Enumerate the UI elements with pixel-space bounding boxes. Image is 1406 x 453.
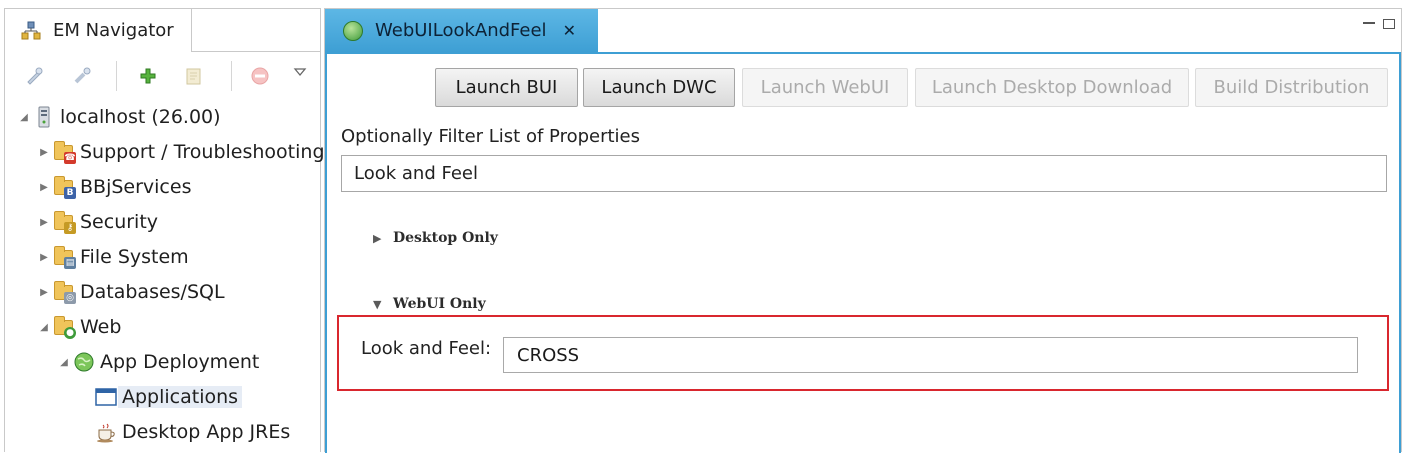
tree-item-databases-sql[interactable]: ▶ ◎ Databases/SQL: [37, 277, 225, 307]
collapsed-arrow-icon[interactable]: ▶: [37, 147, 51, 158]
tab-bar-divider: [192, 51, 320, 52]
tab-em-navigator-label: EM Navigator: [53, 20, 174, 41]
section-desktop-only[interactable]: ▶ Desktop Only: [373, 230, 498, 246]
launch-webui-button[interactable]: Launch WebUI: [742, 68, 908, 107]
add-icon[interactable]: [137, 65, 159, 87]
tree-item-web[interactable]: ◢ ● Web: [37, 312, 121, 342]
view-menu-chevron-down-icon[interactable]: [289, 61, 311, 83]
tree-item-security[interactable]: ▶ ⚷ Security: [37, 207, 158, 237]
tree-item-desktop-app-jres[interactable]: Desktop App JREs: [79, 417, 290, 447]
expanded-triangle-icon: ▼: [373, 297, 382, 311]
build-distribution-button[interactable]: Build Distribution: [1195, 68, 1388, 107]
look-and-feel-input[interactable]: CROSS: [503, 337, 1358, 373]
tree-item-applications[interactable]: Applications: [79, 382, 243, 412]
folder-web-icon: ●: [53, 316, 76, 339]
tree-item-label: Applications: [118, 386, 243, 408]
section-title: WebUI Only: [393, 296, 486, 312]
toolbar-separator: [116, 61, 117, 91]
window-controls: [1363, 19, 1395, 29]
tree-item-label: localhost (26.00): [60, 106, 221, 128]
launch-desktop-download-button[interactable]: Launch Desktop Download: [915, 68, 1189, 107]
filter-label: Optionally Filter List of Properties: [341, 126, 641, 147]
launch-bui-button[interactable]: Launch BUI: [435, 68, 578, 107]
tree-item-label: Security: [80, 211, 159, 233]
globe-icon: [343, 20, 363, 41]
tree-item-app-deployment[interactable]: ◢ App Deployment: [57, 347, 259, 377]
edit-icon[interactable]: [183, 65, 205, 87]
tab-webuilookandfeel[interactable]: WebUILookAndFeel ✕: [325, 9, 598, 52]
window-icon: [95, 386, 117, 408]
tab-em-navigator[interactable]: EM Navigator: [5, 9, 192, 52]
maximize-icon[interactable]: [1383, 19, 1395, 29]
expanded-arrow-icon[interactable]: ◢: [57, 357, 71, 368]
server-icon: [33, 106, 55, 128]
navigator-toolbar: [5, 53, 320, 97]
launch-dwc-button[interactable]: Launch DWC: [583, 68, 735, 107]
collapsed-arrow-icon[interactable]: ▶: [37, 252, 51, 263]
folder-support-icon: ☎: [53, 141, 76, 164]
editor-content: Launch BUI Launch DWC Launch WebUI Launc…: [325, 52, 1401, 453]
tree-item-label: App Deployment: [100, 351, 260, 373]
tree-item-label: Support / Troubleshooting: [80, 141, 325, 163]
connect-icon[interactable]: [23, 65, 45, 87]
look-and-feel-label: Look and Feel:: [361, 338, 492, 359]
folder-key-icon: ⚷: [53, 211, 76, 234]
section-title: Desktop Only: [393, 230, 498, 246]
remove-icon[interactable]: [249, 65, 271, 87]
tree-item-support-troubleshooting[interactable]: ▶ ☎ Support / Troubleshooting: [37, 137, 325, 167]
folder-database-icon: ◎: [53, 281, 76, 304]
collapsed-arrow-icon[interactable]: ▶: [37, 287, 51, 298]
toolbar-separator: [231, 61, 232, 91]
close-icon[interactable]: ✕: [563, 21, 576, 40]
em-navigator-panel: EM Navigator ◢ localhost (26.00) ▶ ☎ Sup…: [4, 8, 325, 452]
collapsed-arrow-icon[interactable]: ▶: [37, 182, 51, 193]
tree-item-label: File System: [80, 246, 189, 268]
tree-item-label: BBjServices: [80, 176, 192, 198]
filter-input[interactable]: Look and Feel: [341, 155, 1387, 192]
expanded-arrow-icon[interactable]: ◢: [17, 112, 31, 123]
folder-bbj-icon: B: [53, 176, 76, 199]
tree-item-localhost[interactable]: ◢ localhost (26.00): [17, 102, 221, 132]
tree-item-bbjservices[interactable]: ▶ B BBjServices: [37, 172, 191, 202]
coffee-cup-icon: [95, 421, 117, 443]
folder-disk-icon: ▤: [53, 246, 76, 269]
editor-panel: WebUILookAndFeel ✕ Launch BUI Launch DWC…: [324, 8, 1402, 453]
collapsed-arrow-icon[interactable]: ▶: [37, 217, 51, 228]
tree-item-label: Desktop App JREs: [122, 421, 291, 443]
collapsed-triangle-icon: ▶: [373, 231, 382, 245]
disconnect-icon[interactable]: [71, 65, 93, 87]
section-webui-only[interactable]: ▼ WebUI Only: [373, 296, 486, 312]
tree-item-label: Web: [80, 316, 122, 338]
tab-webuilookandfeel-label: WebUILookAndFeel: [375, 20, 547, 41]
editor-tab-bar: WebUILookAndFeel ✕: [325, 9, 1401, 52]
look-and-feel-property-group: Look and Feel: CROSS: [337, 315, 1389, 391]
globe-icon: [73, 351, 95, 373]
minimize-icon[interactable]: [1363, 21, 1375, 24]
expanded-arrow-icon[interactable]: ◢: [37, 322, 51, 333]
navigator-icon: [21, 21, 41, 41]
navigator-tab-bar: EM Navigator: [5, 9, 320, 52]
tree-item-file-system[interactable]: ▶ ▤ File System: [37, 242, 189, 272]
tree-item-label: Databases/SQL: [80, 281, 225, 303]
